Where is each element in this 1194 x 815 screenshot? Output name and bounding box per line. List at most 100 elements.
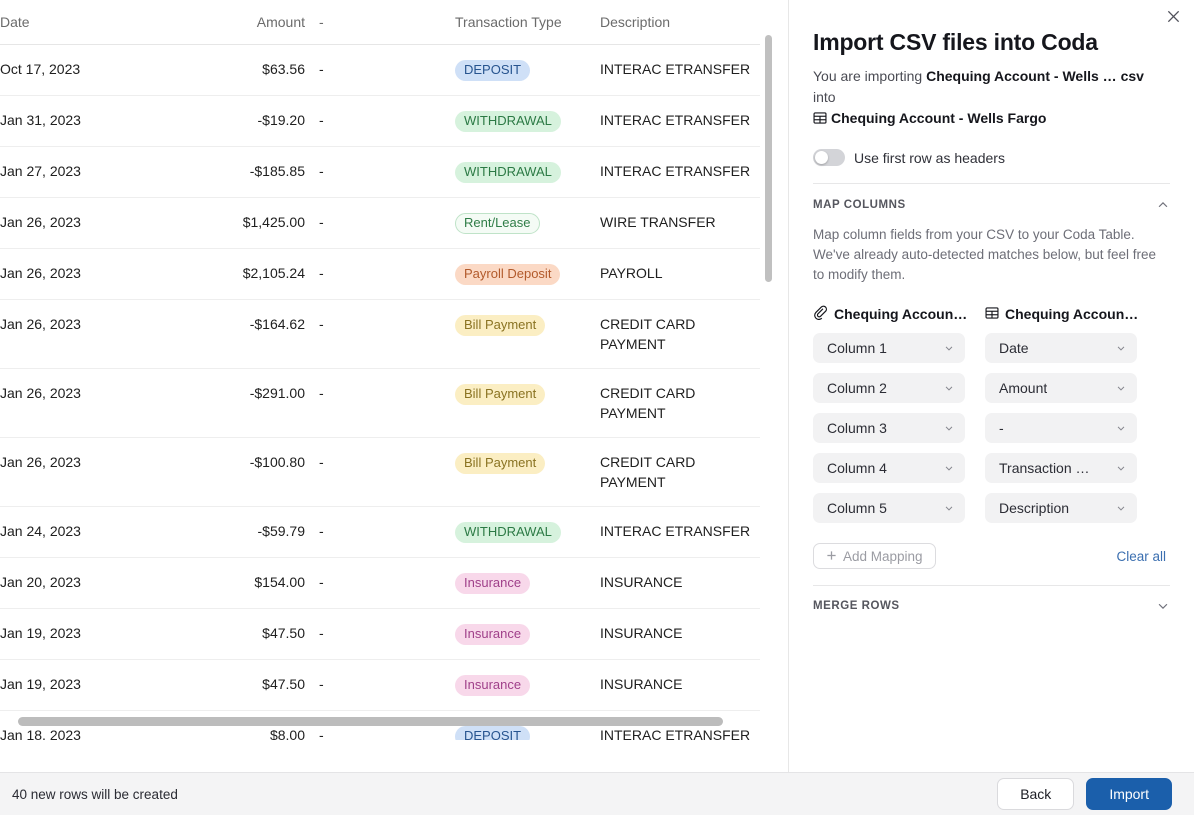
mapping-source-select[interactable]: Column 1 — [813, 333, 965, 363]
mapping-source-select-value: Column 1 — [827, 340, 887, 356]
table-row[interactable]: Oct 17, 2023 $63.56- DEPOSIT INTERAC ETRANS… — [0, 44, 760, 96]
cell-transaction-type: Bill Payment — [455, 299, 600, 369]
table-row[interactable]: Jan 27, 2023 -$185.85- WITHDRAWAL INTERAC E… — [0, 146, 760, 198]
table-row[interactable]: Jan 26, 2023 -$100.80- Bill Payment CREDIT … — [0, 437, 760, 507]
status-badge: Insurance — [455, 675, 531, 696]
chevron-down-icon[interactable] — [943, 342, 955, 354]
cell-description: INTERAC ETRANSFER — [600, 506, 760, 558]
table-row[interactable]: Jan 26, 2023 $2,105.24- Payroll Deposit PAY… — [0, 248, 760, 300]
column-header-amount[interactable]: Amount — [200, 0, 305, 45]
status-badge: WITHDRAWAL — [455, 111, 561, 132]
mapping-source-select-value: Column 4 — [827, 460, 887, 476]
mapping-target-select[interactable]: Amount — [985, 373, 1137, 403]
cell-transaction-type: WITHDRAWAL — [455, 506, 600, 558]
mapping-source-select-value: Column 2 — [827, 380, 887, 396]
mapping-source-select[interactable]: Column 4 — [813, 453, 965, 483]
map-columns-description: Map column fields from your CSV to your … — [813, 227, 1157, 282]
table-icon-target — [985, 306, 999, 323]
mapping-target-select[interactable]: Date — [985, 333, 1137, 363]
table-row[interactable]: Jan 19, 2023 $47.50- Insurance INSURANCE — [0, 608, 760, 660]
cell-dash: - — [305, 299, 455, 369]
chevron-down-icon[interactable] — [943, 422, 955, 434]
status-badge: WITHDRAWAL — [455, 522, 561, 543]
column-header-date[interactable]: Date — [0, 0, 200, 45]
cell-dash: - — [305, 506, 455, 558]
cell-description: INTERAC ETRANSFER — [600, 95, 760, 147]
status-badge: Insurance — [455, 624, 531, 645]
status-badge: Bill Payment — [455, 315, 546, 336]
table-row[interactable]: Jan 26, 2023 -$291.00- Bill Payment CREDIT … — [0, 368, 760, 438]
cell-date: Jan 19, 2023 — [0, 659, 200, 711]
chevron-down-icon[interactable] — [943, 502, 955, 514]
cell-dash: - — [305, 437, 455, 507]
table-row[interactable]: Jan 26, 2023 -$164.62- Bill Payment CREDIT … — [0, 299, 760, 369]
chevron-down-icon[interactable] — [1156, 599, 1170, 613]
map-columns-section-header[interactable]: MAP COLUMNS — [813, 198, 1170, 212]
chevron-down-icon[interactable] — [1115, 462, 1127, 474]
chevron-down-icon[interactable] — [943, 382, 955, 394]
use-first-row-as-headers-row[interactable]: Use first row as headers — [813, 149, 1170, 166]
table-row[interactable]: Jan 19, 2023 $47.50- Insurance INSURANCE — [0, 659, 760, 711]
preview-table-body: Oct 17, 2023 $63.56- DEPOSIT INTERAC ETRANS… — [0, 44, 760, 740]
cell-date: Jan 19, 2023 — [0, 608, 200, 660]
cell-description: CREDIT CARD PAYMENT — [600, 299, 760, 369]
import-button[interactable]: Import — [1086, 778, 1172, 810]
import-description-mid: into — [813, 89, 836, 105]
table-row[interactable]: Jan 24, 2023 -$59.79- WITHDRAWAL INTERAC ET… — [0, 506, 760, 558]
mapping-target-select-value: Amount — [999, 380, 1048, 396]
table-row[interactable]: Jan 20, 2023 $154.00- Insurance INSURANCE — [0, 557, 760, 609]
mapping-source-select[interactable]: Column 2 — [813, 373, 965, 403]
chevron-up-icon[interactable] — [1156, 198, 1170, 212]
preview-horizontal-scrollbar[interactable] — [18, 717, 723, 726]
cell-amount: $1,425.00 — [200, 197, 305, 249]
back-button[interactable]: Back — [997, 778, 1075, 810]
column-header-dash[interactable]: - — [305, 0, 455, 45]
preview-table-scroll-area[interactable]: Date Amount - Transaction Type Descripti… — [0, 0, 788, 740]
close-icon[interactable] — [1160, 3, 1186, 29]
mapping-target-select-value: - — [999, 420, 1004, 436]
chevron-down-icon[interactable] — [943, 462, 955, 474]
import-csv-dialog: Date Amount - Transaction Type Descripti… — [0, 0, 1194, 815]
clear-all-button[interactable]: Clear all — [1116, 549, 1170, 564]
cell-transaction-type: Bill Payment — [455, 368, 600, 438]
chevron-down-icon[interactable] — [1115, 342, 1127, 354]
column-header-transaction-type[interactable]: Transaction Type — [455, 0, 600, 45]
dialog-footer: 40 new rows will be created Back Import — [0, 772, 1194, 815]
cell-description: INSURANCE — [600, 608, 760, 660]
chevron-down-icon[interactable] — [1115, 382, 1127, 394]
cell-transaction-type: WITHDRAWAL — [455, 95, 600, 147]
cell-dash: - — [305, 557, 455, 609]
use-first-row-as-headers-toggle[interactable] — [813, 149, 845, 166]
map-columns-headers: Chequing Accoun… Chequing Accoun… — [813, 305, 1170, 323]
mapping-target-select-value: Description — [999, 500, 1070, 516]
preview-vertical-scrollbar[interactable] — [765, 35, 772, 282]
column-header-description[interactable]: Description — [600, 0, 760, 45]
mapping-target-select[interactable]: Description — [985, 493, 1137, 523]
cell-date: Jan 27, 2023 — [0, 146, 200, 198]
chevron-down-icon[interactable] — [1115, 422, 1127, 434]
mapping-target-select[interactable]: Transaction … — [985, 453, 1137, 483]
mapping-source-select[interactable]: Column 5 — [813, 493, 965, 523]
cell-description: INSURANCE — [600, 557, 760, 609]
mapping-row: Column 1 Date — [813, 333, 1170, 363]
map-source-header: Chequing Accoun… — [813, 305, 985, 323]
merge-rows-title: MERGE ROWS — [813, 600, 900, 612]
table-row[interactable]: Jan 31, 2023 -$19.20- WITHDRAWAL INTERAC ET… — [0, 95, 760, 147]
cell-amount: $47.50 — [200, 608, 305, 660]
cell-amount: -$185.85 — [200, 146, 305, 198]
cell-amount: -$100.80 — [200, 437, 305, 507]
merge-rows-section-header[interactable]: MERGE ROWS — [813, 599, 1170, 613]
cell-transaction-type: Insurance — [455, 608, 600, 660]
paperclip-icon — [813, 305, 828, 323]
mapping-source-select[interactable]: Column 3 — [813, 413, 965, 443]
map-target-label: Chequing Accoun… — [1005, 306, 1139, 322]
add-mapping-button[interactable]: Add Mapping — [813, 543, 936, 569]
cell-transaction-type: Insurance — [455, 659, 600, 711]
cell-date: Jan 26, 2023 — [0, 299, 200, 369]
import-target-table[interactable]: Chequing Account - Wells Fargo — [831, 110, 1046, 126]
mapping-row: Column 2 Amount — [813, 373, 1170, 403]
chevron-down-icon[interactable] — [1115, 502, 1127, 514]
table-row[interactable]: Jan 26, 2023 $1,425.00- Rent/Lease WIRE TRA… — [0, 197, 760, 249]
cell-date: Jan 31, 2023 — [0, 95, 200, 147]
mapping-target-select[interactable]: - — [985, 413, 1137, 443]
